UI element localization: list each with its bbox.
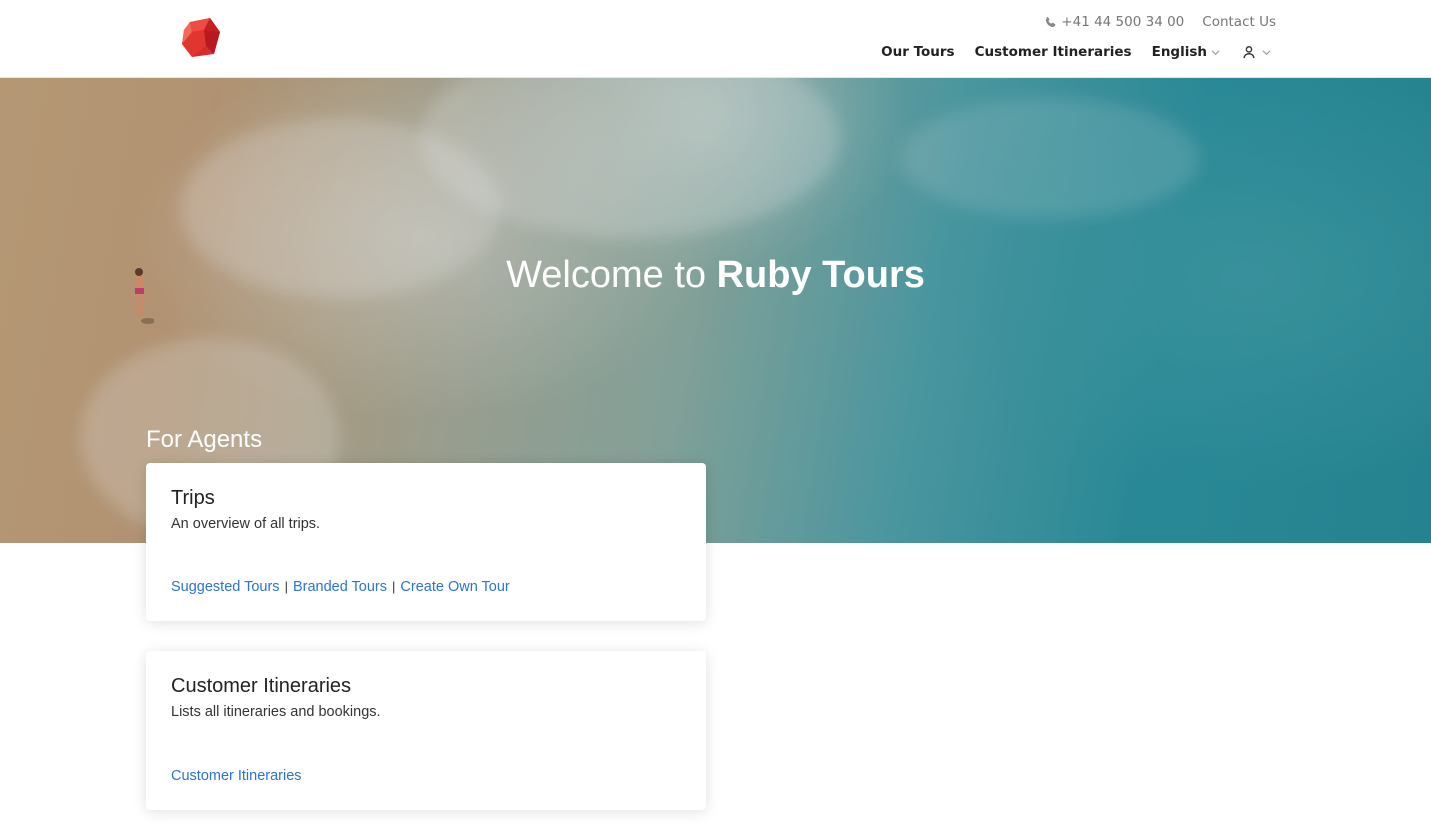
trips-card-links: Suggested Tours | Branded Tours | Create Own… xyxy=(171,579,510,595)
site-header: +41 44 500 34 00 Contact Us Our Tours Cu… xyxy=(0,0,1431,78)
trips-card-title: Trips xyxy=(171,487,215,509)
header-top-line: +41 44 500 34 00 Contact Us xyxy=(1044,14,1276,30)
nav-customer-itineraries[interactable]: Customer Itineraries xyxy=(975,44,1132,60)
language-label: English xyxy=(1151,44,1207,60)
itineraries-card-title: Customer Itineraries xyxy=(171,675,352,697)
nav-our-tours[interactable]: Our Tours xyxy=(881,44,954,60)
ruby-logo-icon[interactable] xyxy=(180,18,222,58)
suggested-tours-link[interactable]: Suggested Tours xyxy=(171,579,280,595)
contact-us-link[interactable]: Contact Us xyxy=(1202,14,1276,30)
itineraries-card: Customer Itineraries Lists all itinerari… xyxy=(146,651,706,810)
user-menu-dropdown[interactable] xyxy=(1242,45,1271,59)
phone-icon xyxy=(1046,16,1056,27)
language-dropdown[interactable]: English xyxy=(1152,44,1220,60)
chevron-down-icon xyxy=(1211,49,1220,55)
itineraries-card-description: Lists all itineraries and bookings. xyxy=(171,704,381,720)
link-separator: | xyxy=(284,579,288,594)
trips-card-description: An overview of all trips. xyxy=(171,516,321,532)
main-nav: Our Tours Customer Itineraries English xyxy=(881,44,1271,60)
branded-tours-link[interactable]: Branded Tours xyxy=(293,579,387,595)
hero-title-prefix: Welcome to xyxy=(506,254,707,296)
link-separator: | xyxy=(392,579,396,594)
hero-title: Welcome to Ruby Tours xyxy=(0,254,1431,297)
trips-card: Trips An overview of all trips. Suggeste… xyxy=(146,463,706,621)
user-icon xyxy=(1243,46,1255,59)
phone-text: +41 44 500 34 00 xyxy=(1061,14,1185,30)
chevron-down-icon xyxy=(1262,49,1271,55)
hero-title-brand: Ruby Tours xyxy=(716,254,925,296)
phone-number[interactable]: +41 44 500 34 00 xyxy=(1044,14,1184,30)
create-own-tour-link[interactable]: Create Own Tour xyxy=(400,579,509,595)
section-title: For Agents xyxy=(146,426,263,453)
itineraries-card-links: Customer Itineraries xyxy=(171,768,302,784)
customer-itineraries-link[interactable]: Customer Itineraries xyxy=(171,768,302,784)
